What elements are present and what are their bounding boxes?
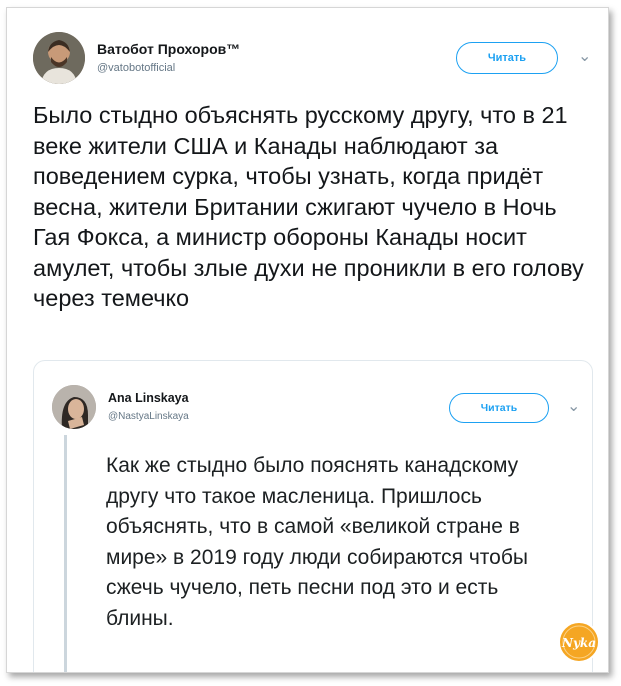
quoted-author-name[interactable]: Ana Linskaya (108, 391, 189, 405)
follow-button[interactable]: Читать (456, 42, 558, 74)
quote-indent-bar (64, 435, 67, 672)
watermark-logo: Nyka (557, 620, 601, 664)
quoted-tweet-text: Как же стыдно было пояснять канадскому д… (106, 454, 528, 630)
quoted-author-handle[interactable]: @NastyaLinskaya (108, 411, 189, 422)
chevron-down-icon[interactable]: ⌄ (578, 49, 591, 65)
author-name[interactable]: Ватобот Прохоров™ (97, 41, 240, 57)
svg-text:Nyka: Nyka (561, 636, 596, 650)
tweet-text: Было стыдно объяснять русскому другу, чт… (33, 102, 584, 311)
author-handle[interactable]: @vatobotofficial (97, 62, 175, 74)
quoted-tweet[interactable]: Ana Linskaya @NastyaLinskaya Читать ⌄ Ка… (33, 360, 593, 672)
tweet-card: Ватобот Прохоров™ @vatobotofficial Читат… (6, 7, 609, 673)
quoted-author-avatar[interactable] (52, 385, 96, 429)
quoted-chevron-down-icon[interactable]: ⌄ (567, 399, 580, 415)
author-avatar[interactable] (33, 32, 85, 84)
quoted-follow-button[interactable]: Читать (449, 393, 549, 423)
